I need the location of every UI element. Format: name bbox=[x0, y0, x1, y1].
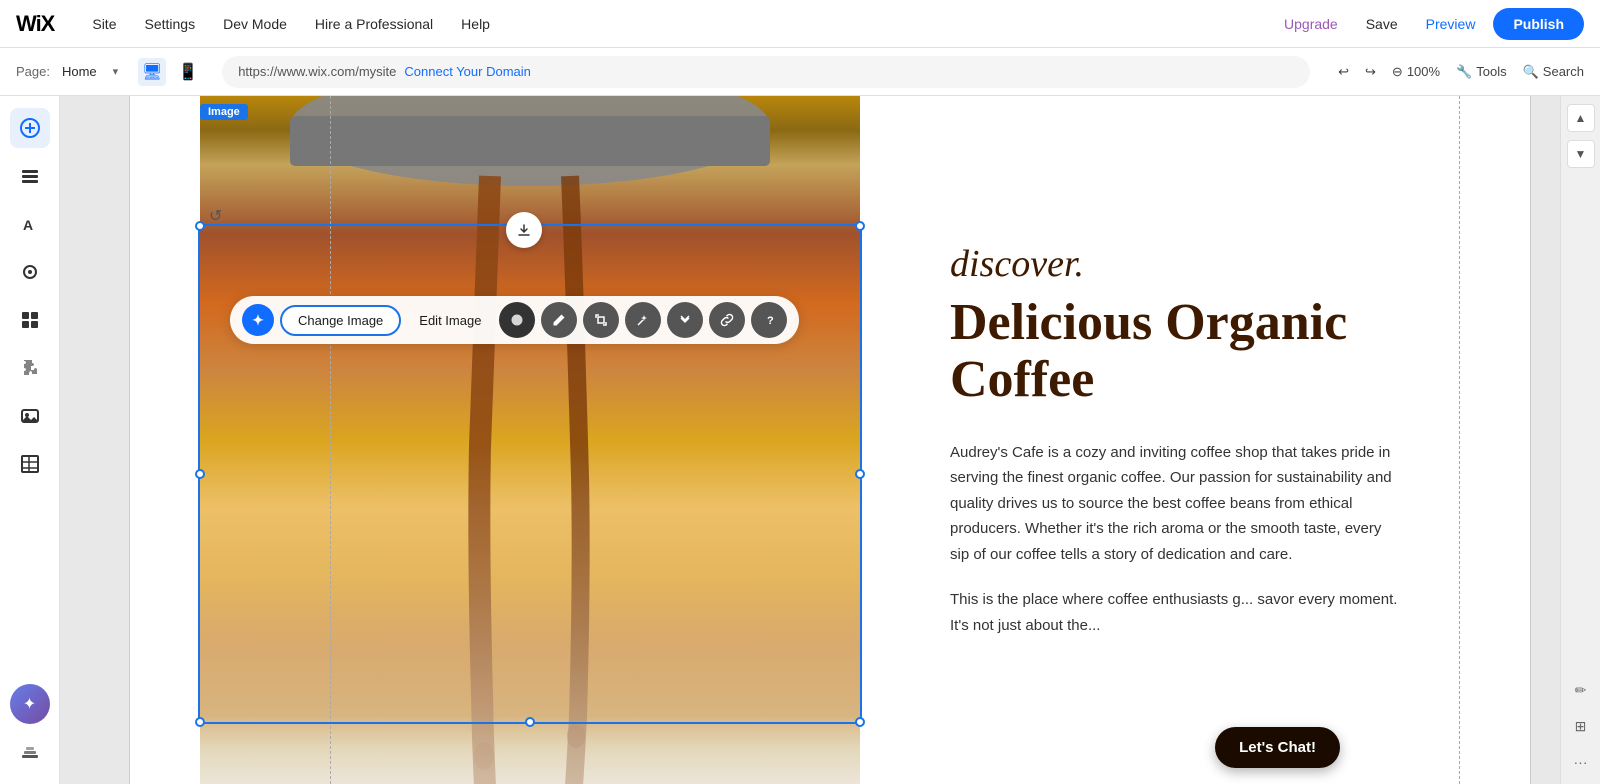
image-label-tag: Image bbox=[200, 104, 248, 120]
nav-hire-professional[interactable]: Hire a Professional bbox=[301, 0, 447, 48]
undo-icon: ↩ bbox=[1338, 64, 1349, 80]
crop-icon-button[interactable] bbox=[583, 302, 619, 338]
svg-text:A: A bbox=[23, 217, 33, 233]
page-label: Page: bbox=[16, 64, 50, 79]
scroll-up-button[interactable]: ▲ bbox=[1567, 104, 1595, 132]
download-handle[interactable] bbox=[506, 212, 542, 248]
search-button[interactable]: 🔍 Search bbox=[1523, 64, 1584, 80]
wix-sparkle-icon[interactable]: ✦ bbox=[242, 304, 274, 336]
sidebar-puzzle-icon[interactable] bbox=[10, 348, 50, 388]
url-text: https://www.wix.com/mysite bbox=[238, 64, 396, 79]
pen-icon-button[interactable] bbox=[541, 302, 577, 338]
right-panel: ▲ ▼ ✏ ⊞ ··· bbox=[1560, 96, 1600, 784]
text-section: discover. Delicious Organic Coffee Audre… bbox=[890, 96, 1440, 784]
svg-text:?: ? bbox=[767, 315, 774, 327]
nav-help[interactable]: Help bbox=[447, 0, 504, 48]
sidebar-layers-icon[interactable] bbox=[10, 156, 50, 196]
link-icon-button[interactable] bbox=[709, 302, 745, 338]
tools-button[interactable]: 🔧 Tools bbox=[1456, 64, 1507, 80]
zoom-control[interactable]: ⊖ 100% bbox=[1392, 64, 1440, 80]
canvas-area[interactable]: Image ↺ ✦ Change Image bbox=[60, 96, 1600, 784]
sidebar-apps-icon[interactable] bbox=[10, 300, 50, 340]
mobile-view-icon[interactable]: 📱 bbox=[174, 58, 202, 86]
sidebar-table-icon[interactable] bbox=[10, 444, 50, 484]
sidebar-typography-icon[interactable] bbox=[10, 252, 50, 292]
desktop-view-icon[interactable]: 🖥 bbox=[138, 58, 166, 86]
page-name[interactable]: Home bbox=[62, 64, 97, 79]
more-options-icon[interactable]: ··· bbox=[1567, 748, 1595, 776]
left-sidebar: A ✦ bbox=[0, 96, 60, 784]
discover-text: discover. bbox=[950, 242, 1400, 286]
guide-left bbox=[330, 96, 331, 784]
top-navigation: WiX Site Settings Dev Mode Hire a Profes… bbox=[0, 0, 1600, 48]
pen-tool-icon[interactable]: ✏ bbox=[1567, 676, 1595, 704]
url-bar: Page: Home ▾ 🖥 📱 https://www.wix.com/mys… bbox=[0, 48, 1600, 96]
chat-button[interactable]: Let's Chat! bbox=[1215, 727, 1340, 768]
expand-icon[interactable]: ⊞ bbox=[1567, 712, 1595, 740]
nav-settings[interactable]: Settings bbox=[130, 0, 209, 48]
nav-site[interactable]: Site bbox=[78, 0, 130, 48]
tools-icon: 🔧 bbox=[1456, 64, 1472, 80]
chevron-down-icon[interactable]: ▾ bbox=[113, 65, 119, 78]
sidebar-add-icon[interactable] bbox=[10, 108, 50, 148]
save-button[interactable]: Save bbox=[1356, 16, 1408, 32]
magic-wand-icon-button[interactable] bbox=[625, 302, 661, 338]
upgrade-button[interactable]: Upgrade bbox=[1274, 16, 1348, 32]
sidebar-text-icon[interactable]: A bbox=[10, 204, 50, 244]
help-icon-button[interactable]: ? bbox=[751, 302, 787, 338]
search-icon: 🔍 bbox=[1523, 64, 1539, 80]
sidebar-stacking-icon[interactable] bbox=[10, 732, 50, 772]
image-container[interactable] bbox=[200, 96, 860, 784]
body-text-1: Audrey's Cafe is a cozy and inviting cof… bbox=[950, 440, 1400, 568]
change-image-button[interactable]: Change Image bbox=[280, 305, 401, 336]
image-toolbar: ✦ Change Image Edit Image bbox=[230, 296, 799, 344]
wix-logo: WiX bbox=[16, 11, 54, 37]
zoom-value: 100% bbox=[1407, 64, 1440, 79]
redo-icon: ↪ bbox=[1365, 64, 1376, 80]
publish-button[interactable]: Publish bbox=[1493, 8, 1584, 40]
sidebar-ai-button[interactable]: ✦ bbox=[10, 684, 50, 724]
guide-right bbox=[1459, 96, 1460, 784]
connect-domain-link[interactable]: Connect Your Domain bbox=[404, 64, 530, 79]
nav-dev-mode[interactable]: Dev Mode bbox=[209, 0, 301, 48]
settings-icon-button[interactable] bbox=[499, 302, 535, 338]
sidebar-media-icon[interactable] bbox=[10, 396, 50, 436]
coffee-image[interactable] bbox=[200, 96, 860, 784]
body-text-2: This is the place where coffee enthusias… bbox=[950, 587, 1400, 638]
headline-text: Delicious Organic Coffee bbox=[950, 294, 1400, 408]
main-area: A ✦ bbox=[0, 96, 1600, 784]
rotate-handle[interactable]: ↺ bbox=[209, 206, 229, 226]
scroll-down-button[interactable]: ▼ bbox=[1567, 140, 1595, 168]
edit-image-button[interactable]: Edit Image bbox=[407, 307, 493, 334]
zoom-out-icon: ⊖ bbox=[1392, 64, 1403, 80]
page-canvas: Image ↺ ✦ Change Image bbox=[130, 96, 1530, 784]
preview-button[interactable]: Preview bbox=[1416, 16, 1486, 32]
double-chevron-icon-button[interactable] bbox=[667, 302, 703, 338]
redo-button[interactable]: ↪ bbox=[1365, 64, 1376, 80]
undo-button[interactable]: ↩ bbox=[1338, 64, 1349, 80]
url-display[interactable]: https://www.wix.com/mysite Connect Your … bbox=[222, 56, 1310, 88]
